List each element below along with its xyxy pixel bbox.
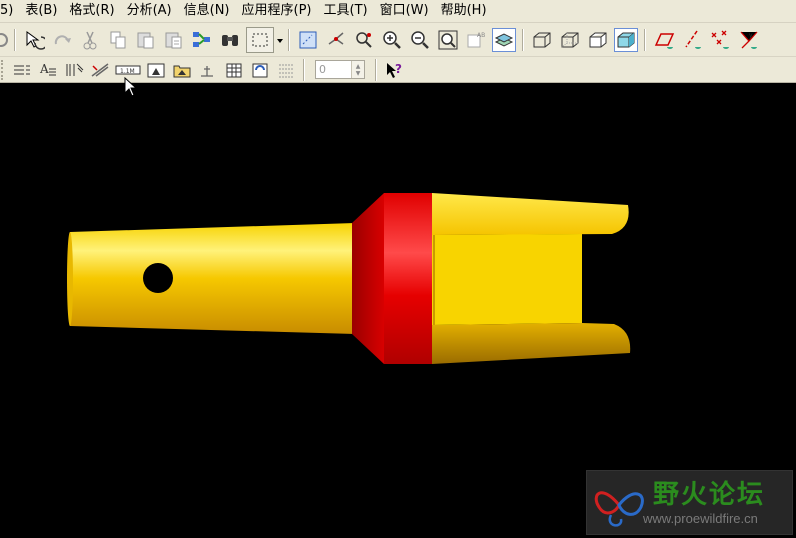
toolbar-separator bbox=[303, 58, 305, 81]
copy-icon[interactable] bbox=[106, 28, 130, 52]
forum-watermark: 野火论坛 www.proewildfire.cn bbox=[586, 470, 793, 535]
rotate-icon[interactable] bbox=[22, 28, 46, 52]
toolbar-separator bbox=[288, 28, 290, 51]
spin-center-icon[interactable] bbox=[324, 28, 348, 52]
shading-icon[interactable] bbox=[614, 27, 638, 52]
main-toolbar: AB y bbox=[0, 23, 796, 57]
menu-item-tools[interactable]: 工具(T) bbox=[318, 0, 374, 22]
toolbar-grip[interactable] bbox=[1, 59, 6, 80]
menu-item-help[interactable]: 帮助(H) bbox=[435, 0, 493, 22]
butterfly-logo-icon bbox=[594, 491, 644, 527]
datum-axes-icon[interactable] bbox=[680, 28, 704, 52]
context-help-icon[interactable]: ? bbox=[383, 59, 405, 81]
svg-text:A: A bbox=[39, 62, 49, 76]
zoom-in-icon[interactable] bbox=[380, 28, 404, 52]
toolbar-separator bbox=[375, 58, 377, 81]
hidden-line-icon[interactable] bbox=[558, 28, 582, 52]
partial-icon[interactable] bbox=[0, 28, 10, 52]
regenerate-icon[interactable] bbox=[190, 28, 214, 52]
menu-item-window[interactable]: 窗口(W) bbox=[374, 0, 435, 22]
parameters-icon[interactable] bbox=[11, 59, 33, 81]
svg-text:?: ? bbox=[395, 62, 402, 76]
note-folder-icon[interactable] bbox=[171, 59, 193, 81]
wireframe-icon[interactable] bbox=[530, 28, 554, 52]
update-table-icon[interactable] bbox=[249, 59, 271, 81]
menu-item-info[interactable]: 信息(N) bbox=[178, 0, 236, 22]
note-view-icon[interactable] bbox=[145, 59, 167, 81]
menu-item-format[interactable]: 格式(R) bbox=[63, 0, 120, 22]
drafting-icon[interactable] bbox=[197, 59, 219, 81]
menu-item-truncated[interactable]: 5) bbox=[0, 0, 19, 22]
select-box-icon[interactable] bbox=[246, 26, 274, 53]
layers-icon[interactable] bbox=[492, 27, 516, 52]
svg-text:AB: AB bbox=[477, 32, 485, 39]
orient-icon[interactable] bbox=[352, 28, 376, 52]
table-icon[interactable] bbox=[223, 59, 245, 81]
refit-icon[interactable] bbox=[436, 28, 460, 52]
cut-icon[interactable] bbox=[78, 28, 102, 52]
fork-slot-face bbox=[432, 234, 582, 325]
view-manager-icon[interactable]: AB bbox=[464, 28, 488, 52]
menu-item-analysis[interactable]: 分析(A) bbox=[121, 0, 178, 22]
redo-icon[interactable] bbox=[50, 28, 74, 52]
fork-lower-prong bbox=[432, 323, 631, 364]
zoom-out-icon[interactable] bbox=[408, 28, 432, 52]
datum-planes-icon[interactable] bbox=[652, 28, 676, 52]
menu-item-table[interactable]: 表(B) bbox=[19, 0, 63, 22]
dropdown-arrow-icon[interactable] bbox=[276, 28, 284, 52]
hatch-icon[interactable] bbox=[63, 59, 85, 81]
value-spinner[interactable]: 0 ▲ ▼ bbox=[315, 60, 365, 79]
no-hidden-icon[interactable] bbox=[586, 28, 610, 52]
menu-item-applications[interactable]: 应用程序(P) bbox=[236, 0, 318, 22]
svg-text:1.1M: 1.1M bbox=[120, 68, 135, 75]
secondary-toolbar: A 1.1M 0 ▲ ▼ ? bbox=[0, 57, 796, 83]
collar-band bbox=[384, 193, 432, 364]
cross-hole bbox=[143, 263, 173, 293]
toolbar-separator bbox=[14, 28, 16, 51]
find-icon[interactable] bbox=[218, 28, 242, 52]
spinner-arrows-icon[interactable]: ▲ ▼ bbox=[351, 61, 364, 78]
datum-points-icon[interactable] bbox=[708, 28, 732, 52]
coordinate-systems-icon[interactable]: y bbox=[736, 28, 760, 52]
repaint-icon[interactable] bbox=[296, 28, 320, 52]
watermark-url: www.proewildfire.cn bbox=[643, 511, 758, 526]
svg-text:y: y bbox=[749, 32, 753, 39]
paste-special-icon[interactable] bbox=[162, 28, 186, 52]
shaft-body bbox=[68, 223, 355, 334]
paste-icon[interactable] bbox=[134, 28, 158, 52]
mouse-pointer-icon bbox=[124, 76, 138, 101]
watermark-title: 野火论坛 bbox=[653, 480, 766, 510]
shaft-end-face bbox=[67, 232, 73, 326]
text-style-icon[interactable]: A bbox=[37, 59, 59, 81]
toolbar-separator bbox=[644, 28, 646, 51]
repeat-region-icon[interactable] bbox=[275, 59, 297, 81]
fork-upper-prong bbox=[432, 193, 629, 235]
spinner-value: 0 bbox=[319, 63, 326, 76]
break-icon[interactable] bbox=[89, 59, 111, 81]
toolbar-separator bbox=[522, 28, 524, 51]
collar-cone bbox=[352, 193, 384, 364]
menu-bar: 5) 表(B) 格式(R) 分析(A) 信息(N) 应用程序(P) 工具(T) … bbox=[0, 0, 796, 23]
